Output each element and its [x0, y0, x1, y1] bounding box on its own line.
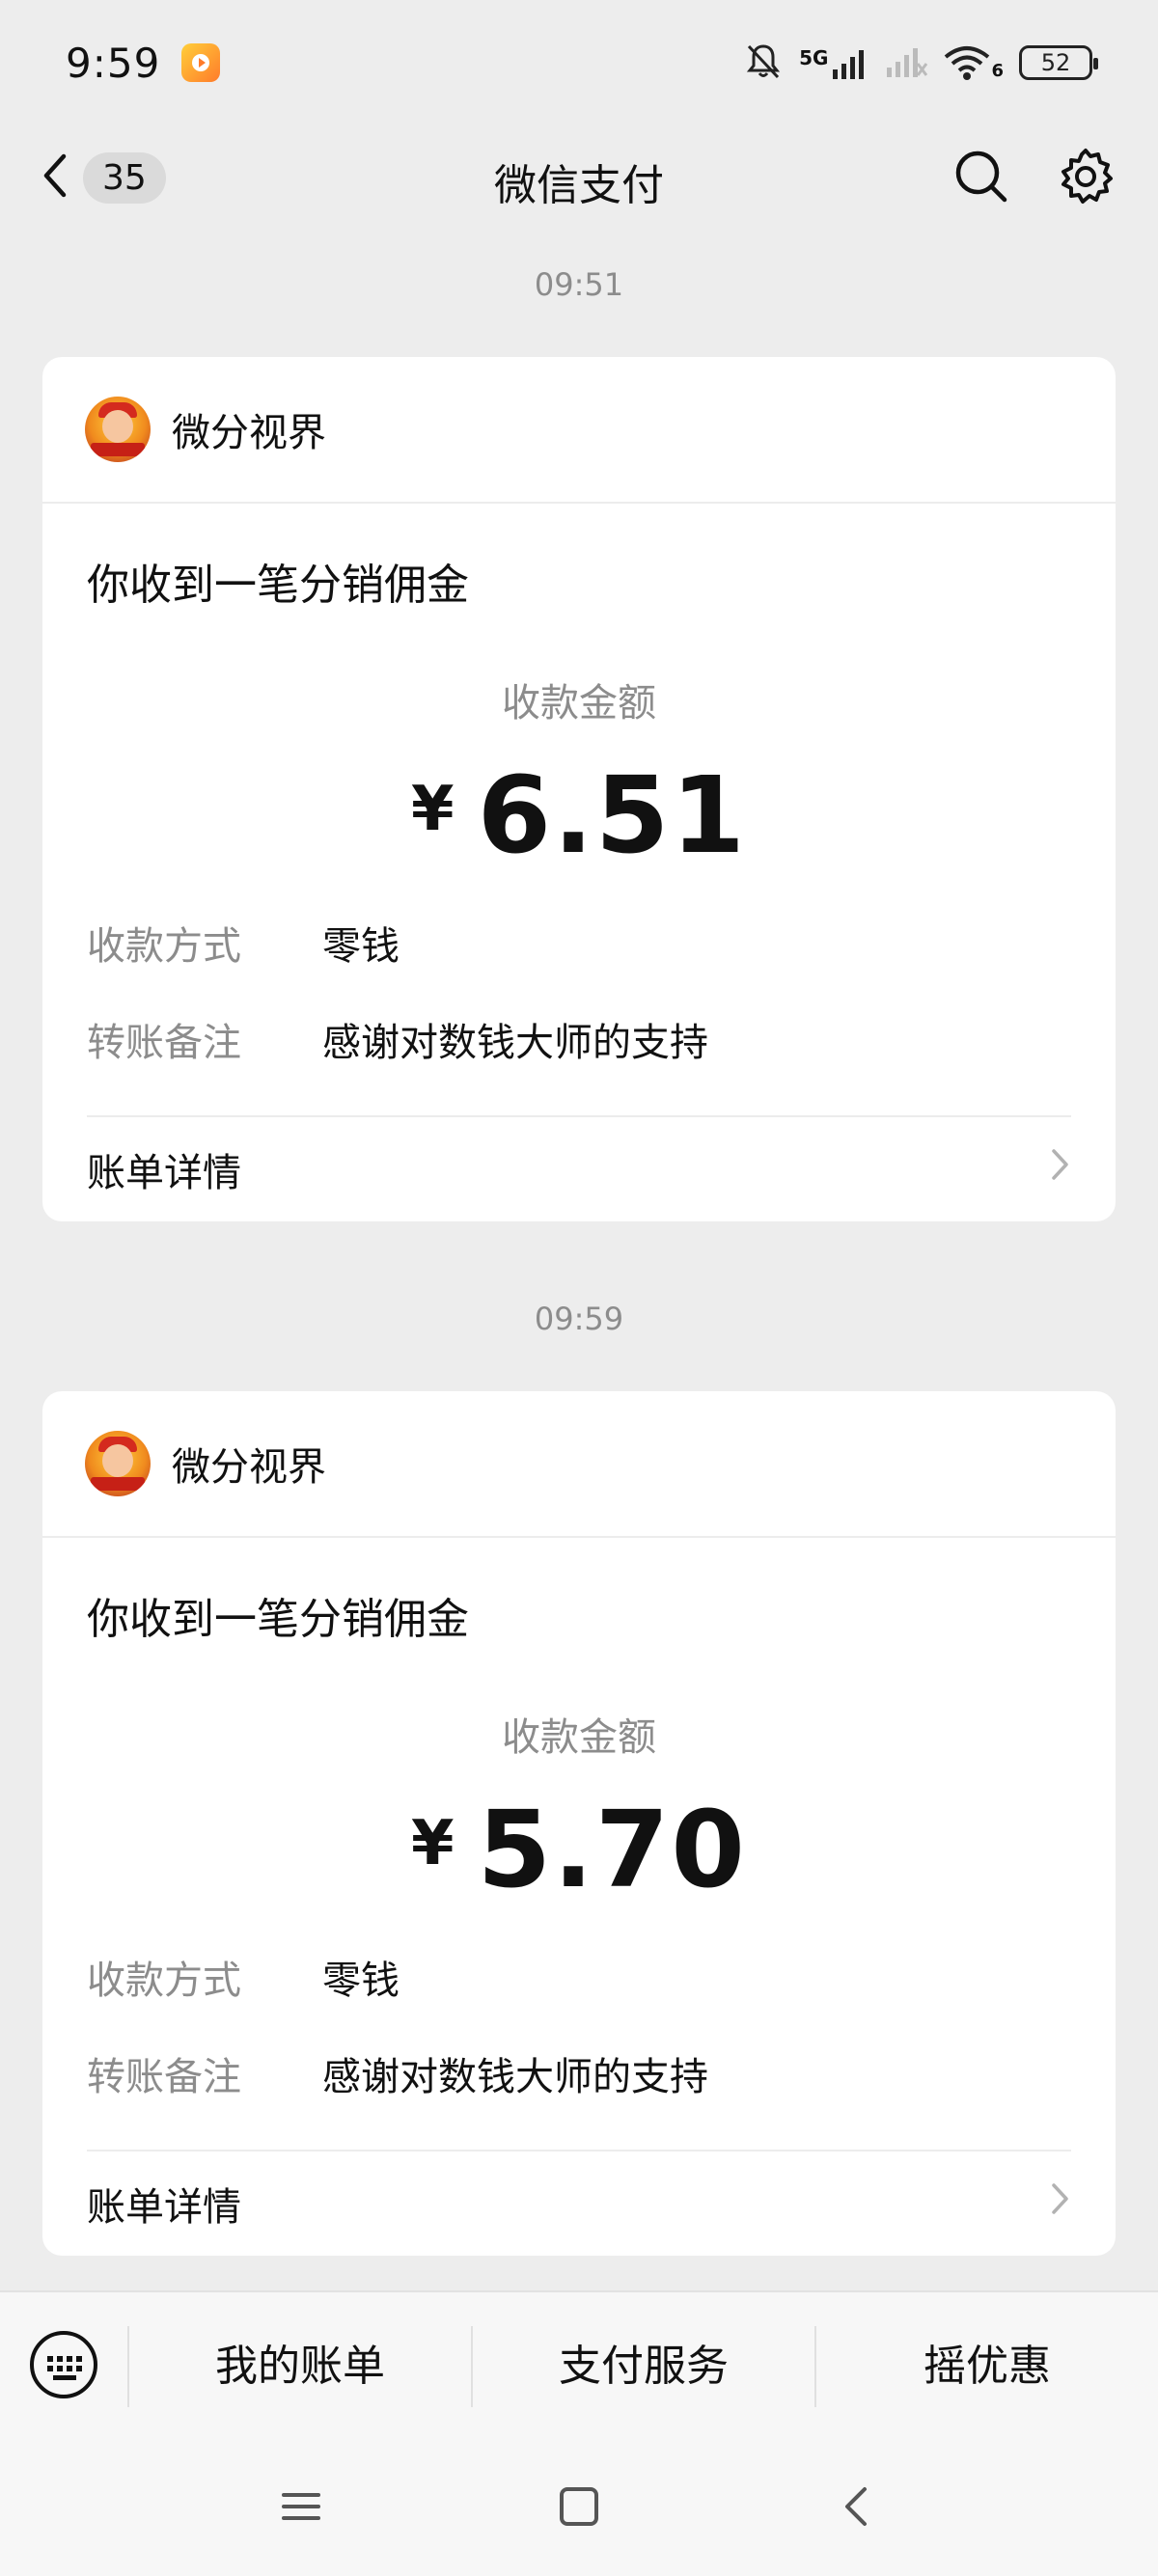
bill-detail-link[interactable]: 账单详情 [87, 2151, 1071, 2256]
gear-icon[interactable] [1056, 147, 1116, 210]
transfer-note-row: 转账备注 感谢对数钱大师的支持 [42, 1011, 1116, 1067]
video-app-icon [181, 43, 221, 82]
notification-title: 你收到一笔分销佣金 [87, 561, 469, 610]
mute-bell-icon [743, 41, 784, 85]
status-time: 9:59 [66, 39, 161, 87]
system-navigation-bar [0, 2441, 1158, 2576]
payment-method-row: 收款方式 零钱 [42, 1949, 1116, 2005]
status-bar: 9:59 5G 6 52 [0, 0, 1158, 125]
chevron-right-icon [1048, 2179, 1071, 2228]
message-timestamp: 09:51 [534, 266, 624, 303]
transfer-note-value: 感谢对数钱大师的支持 [322, 2055, 708, 2099]
payment-method-label: 收款方式 [87, 924, 241, 969]
back-triangle-icon[interactable] [834, 2483, 880, 2534]
card-header: 微分视界 [42, 357, 1116, 504]
amount-label: 收款金额 [502, 681, 656, 726]
message-timestamp: 09:59 [534, 1301, 624, 1337]
bill-detail-label: 账单详情 [87, 2185, 241, 2230]
keyboard-icon [28, 2329, 99, 2404]
signal-empty-icon [885, 44, 928, 81]
merchant-avatar [85, 397, 151, 462]
home-square-icon[interactable] [556, 2483, 602, 2534]
merchant-name: 微分视界 [172, 1445, 326, 1490]
amount-label: 收款金额 [502, 1715, 656, 1760]
network-type: 5G [799, 46, 829, 69]
amount-value: 5.70 [477, 1788, 747, 1911]
transfer-note-label: 转账备注 [87, 2055, 241, 2099]
transfer-note-label: 转账备注 [87, 1021, 241, 1065]
transfer-note-value: 感谢对数钱大师的支持 [322, 1021, 708, 1065]
currency-symbol: ¥ [411, 1808, 455, 1879]
wifi-label: 6 [991, 61, 1004, 81]
payment-method-label: 收款方式 [87, 1959, 241, 2003]
transfer-note-row: 转账备注 感谢对数钱大师的支持 [42, 2045, 1116, 2101]
menu-payment-services[interactable]: 支付服务 [471, 2326, 814, 2407]
bill-detail-label: 账单详情 [87, 1151, 241, 1195]
menu-icon[interactable] [278, 2483, 324, 2534]
amount-display: ¥ 5.70 [42, 1796, 1116, 1903]
payment-notification-card[interactable]: 微分视界 你收到一笔分销佣金 收款金额 ¥ 5.70 收款方式 零钱 转账备注 … [42, 1391, 1116, 2256]
signal-5g-icon: 5G [799, 46, 869, 79]
payment-method-value: 零钱 [322, 1959, 400, 2003]
payment-notification-card[interactable]: 微分视界 你收到一笔分销佣金 收款金额 ¥ 6.51 收款方式 零钱 转账备注 … [42, 357, 1116, 1221]
notification-title: 你收到一笔分销佣金 [87, 1595, 469, 1644]
amount-value: 6.51 [477, 754, 747, 877]
menu-shake-deals[interactable]: 摇优惠 [814, 2326, 1158, 2407]
card-header: 微分视界 [42, 1391, 1116, 1538]
search-icon[interactable] [951, 147, 1011, 210]
bottom-menu: 我的账单 支付服务 摇优惠 [0, 2290, 1158, 2441]
keyboard-toggle-button[interactable] [0, 2329, 127, 2404]
bill-detail-link[interactable]: 账单详情 [87, 1117, 1071, 1221]
merchant-avatar [85, 1431, 151, 1496]
amount-display: ¥ 6.51 [42, 762, 1116, 868]
chevron-right-icon [1048, 1145, 1071, 1193]
payment-method-value: 零钱 [322, 924, 400, 969]
battery-indicator: 52 [1019, 45, 1098, 80]
menu-my-bills[interactable]: 我的账单 [127, 2326, 471, 2407]
currency-symbol: ¥ [411, 774, 455, 845]
wifi-icon: 6 [943, 44, 1004, 81]
nav-bar: 35 微信支付 [0, 125, 1158, 232]
payment-method-row: 收款方式 零钱 [42, 915, 1116, 971]
merchant-name: 微分视界 [172, 411, 326, 455]
